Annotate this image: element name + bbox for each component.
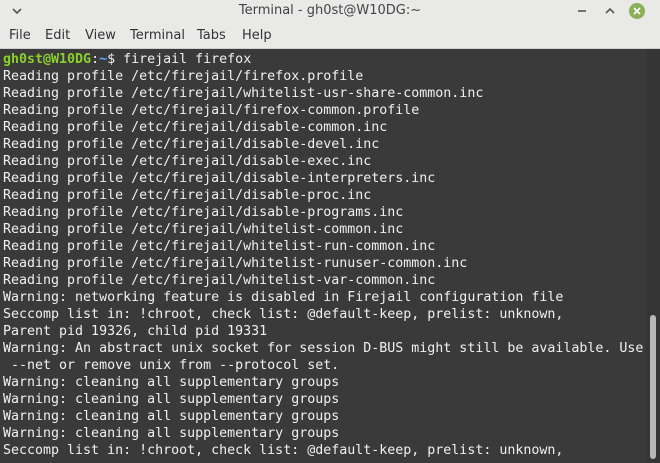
prompt-command: firejail firefox [123, 52, 252, 67]
output-line: Seccomp list in: !chroot, check list: @d… [3, 443, 564, 458]
window-title: Terminal - gh0st@W10DG:~ [238, 3, 422, 18]
prompt-symbol: $ [107, 52, 124, 67]
output-line: Reading profile /etc/firejail/whitelist-… [3, 273, 436, 288]
output-line: Reading profile /etc/firejail/disable-ex… [3, 154, 372, 169]
menu-bar: File Edit View Terminal Tabs Help [0, 24, 660, 49]
prompt-path: ~ [99, 52, 108, 67]
output-line: Warning: cleaning all supplementary grou… [3, 392, 340, 407]
output-line: --net or remove unix from --protocol set… [3, 358, 340, 373]
menu-edit[interactable]: Edit [45, 28, 70, 43]
output-line: Reading profile /etc/firejail/disable-de… [3, 137, 380, 152]
menu-tabs[interactable]: Tabs [197, 28, 226, 43]
output-line: Reading profile /etc/firejail/firefox-co… [3, 103, 420, 118]
output-line: Parent pid 19326, child pid 19331 [3, 324, 268, 339]
terminal-output[interactable]: gh0st@W10DG:~$ firejail firefox Reading … [0, 49, 646, 463]
scrollbar-thumb[interactable] [650, 315, 656, 459]
prompt-line: gh0st@W10DG:~$ firejail firefox [3, 51, 251, 68]
maximize-button[interactable] [602, 3, 618, 19]
title-bar[interactable]: Terminal - gh0st@W10DG:~ [0, 0, 660, 24]
output-line: Seccomp list in: !chroot, check list: @d… [3, 307, 564, 322]
close-icon [633, 7, 641, 15]
menu-help[interactable]: Help [242, 28, 272, 43]
menu-terminal[interactable]: Terminal [130, 28, 185, 43]
menu-view[interactable]: View [85, 28, 116, 43]
minimize-icon [578, 10, 586, 12]
output-line: Reading profile /etc/firejail/whitelist-… [3, 86, 484, 101]
output-line: Warning: cleaning all supplementary grou… [3, 409, 340, 424]
output-line: Warning: cleaning all supplementary grou… [3, 426, 340, 441]
output-line: Warning: cleaning all supplementary grou… [3, 375, 340, 390]
output-line: Reading profile /etc/firejail/whitelist-… [3, 239, 436, 254]
output-line: Reading profile /etc/firejail/disable-pr… [3, 188, 372, 203]
output-line: Warning: networking feature is disabled … [3, 290, 564, 305]
output-line: Reading profile /etc/firejail/firefox.pr… [3, 69, 364, 84]
vertical-scrollbar[interactable] [646, 49, 660, 463]
output-line: Reading profile /etc/firejail/disable-co… [3, 120, 388, 135]
prompt-user-host: gh0st@W10DG [3, 52, 92, 67]
output-line: Reading profile /etc/firejail/whitelist-… [3, 256, 468, 271]
maximize-icon [605, 7, 615, 14]
prompt-separator: : [91, 52, 100, 67]
minimize-button[interactable] [574, 3, 590, 19]
output-line: Reading profile /etc/firejail/whitelist-… [3, 222, 404, 237]
output-line: Reading profile /etc/firejail/disable-in… [3, 171, 436, 186]
terminal-window: Terminal - gh0st@W10DG:~ File Edit View … [0, 0, 660, 463]
menu-file[interactable]: File [9, 28, 31, 43]
close-button[interactable] [629, 3, 645, 19]
output-line: Warning: An abstract unix socket for ses… [3, 341, 644, 356]
output-line: Reading profile /etc/firejail/disable-pr… [3, 205, 404, 220]
